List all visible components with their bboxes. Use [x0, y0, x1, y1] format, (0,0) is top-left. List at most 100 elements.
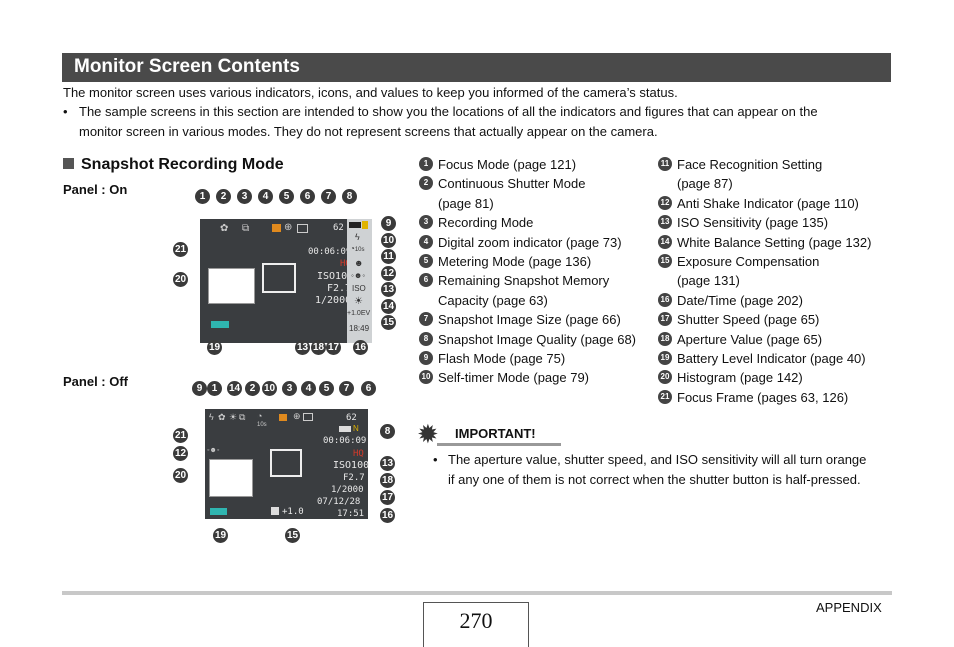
callout-number: 6: [361, 381, 376, 396]
number-badge-icon: 19: [658, 351, 672, 366]
number-badge-icon: 6: [419, 273, 433, 288]
metering-icon: [297, 224, 308, 233]
shutter-speed: 1/2000: [331, 485, 364, 495]
callout-number: 16: [380, 508, 395, 523]
focus-frame: [262, 263, 296, 293]
number-badge-icon: 21: [658, 389, 672, 404]
legend-item: 7 Snapshot Image Size (page 66): [419, 310, 654, 329]
callout-number: 5: [279, 189, 294, 204]
callout-number: 13: [380, 456, 395, 471]
number-badge-icon: 12: [658, 195, 672, 210]
legend-item: 11 Face Recognition Setting: [658, 155, 893, 174]
legend-text-cont: Capacity (page 63): [438, 292, 548, 308]
callout-number: 1: [207, 381, 222, 396]
note-bullet: • The sample screens in this section are…: [63, 102, 818, 142]
legend-text: Self-timer Mode (page 79): [438, 370, 590, 386]
histogram: [209, 459, 253, 497]
number-badge-icon: 10: [419, 370, 433, 385]
number-badge-icon: 11: [658, 157, 672, 171]
number-badge-icon: 18: [658, 331, 672, 346]
callout-number: 18: [380, 473, 395, 488]
page-number: 270: [423, 602, 529, 647]
callout-number: 9: [381, 216, 396, 231]
digital-zoom-icon: ⊕: [284, 222, 293, 233]
callout-number: 4: [301, 381, 316, 396]
legend-text: Remaining Snapshot Memory: [438, 273, 610, 289]
number-badge-icon: 4: [419, 234, 433, 249]
important-bullet: • The aperture value, shutter speed, and…: [433, 452, 867, 487]
legend-text: Digital zoom indicator (page 73): [438, 234, 622, 250]
callout-number: 3: [282, 381, 297, 396]
legend-text: Anti Shake Indicator (page 110): [677, 195, 859, 211]
callout-number: 13: [381, 282, 396, 297]
page-title: Monitor Screen Contents: [74, 56, 300, 77]
callout-number: 8: [380, 424, 395, 439]
legend-text: Date/Time (page 202): [677, 292, 803, 308]
number-badge-icon: 3: [419, 215, 433, 230]
anti-shake-icon: ◦☻◦: [351, 271, 366, 280]
legend-text-cont: (page 81): [438, 195, 494, 211]
flash-icon: ϟ: [209, 412, 214, 422]
legend-item: 21 Focus Frame (pages 63, 126): [658, 388, 893, 407]
legend-text: White Balance Setting (page 132): [677, 234, 872, 250]
callout-number: 11: [381, 249, 396, 264]
callout-number: 13: [295, 340, 310, 355]
legend-right: 11 Face Recognition Setting (page 87) 12 Ant…: [658, 155, 893, 407]
histogram: [208, 268, 255, 304]
panel-on-diagram: 12345678 ✿ ⧉ ⊕ 62 00:06:09 HQ ISO100 F2.…: [173, 189, 410, 359]
callout-number: 5: [319, 381, 334, 396]
legend-text: Continuous Shutter Mode: [438, 176, 586, 192]
callout-number: 21: [173, 242, 188, 257]
legend-item: 18 Aperture Value (page 65): [658, 330, 893, 349]
recording-mode-icon: [272, 224, 281, 232]
legend-item: 4 Digital zoom indicator (page 73): [419, 233, 654, 252]
callout-number: 4: [258, 189, 273, 204]
panel-off-diagram: 9 1 14 2 10 3 4 5 7 6 ϟ ✿ ☀ ⧉ ◔ 10s ⊕ 62 N 00:06:…: [173, 381, 410, 551]
focus-mode-icon: ✿: [220, 223, 229, 234]
image-quality-icon: N: [353, 424, 359, 433]
callout-number: 15: [381, 315, 396, 330]
legend-text: Focus Frame (pages 63, 126): [677, 389, 849, 405]
callout-number: 17: [380, 490, 395, 505]
date: 07/12/28: [317, 497, 361, 507]
legend-text: Flash Mode (page 75): [438, 351, 566, 367]
number-badge-icon: 5: [419, 254, 433, 269]
image-size-icon: [339, 426, 351, 432]
recording-mode-icon: [279, 414, 287, 421]
callout-number: 7: [339, 381, 354, 396]
legend-item: 9 Flash Mode (page 75): [419, 349, 654, 368]
panel-on-screen: ✿ ⧉ ⊕ 62 00:06:09 HQ ISO100 F2.7 1/2000: [200, 219, 370, 343]
page-title-bar: Monitor Screen Contents: [62, 53, 891, 82]
panel-on-label: Panel : On: [63, 182, 128, 197]
callout-number: 14: [227, 381, 242, 396]
legend-item: 16 Date/Time (page 202): [658, 291, 893, 310]
legend-item: 6 Remaining Snapshot Memory: [419, 271, 654, 290]
intro-text: The monitor screen uses various indicato…: [63, 85, 678, 100]
side-iso: ISO: [352, 284, 366, 293]
number-badge-icon: 16: [658, 292, 672, 307]
continuous-shutter-icon: ⧉: [242, 223, 250, 234]
panel-off-label: Panel : Off: [63, 374, 129, 389]
legend-item: 15 Exposure Compensation: [658, 252, 893, 271]
legend-item: 19 Battery Level Indicator (page 40): [658, 349, 893, 368]
callout-number: 20: [173, 468, 188, 483]
exposure-comp-icon: [271, 507, 279, 515]
legend-left: 1 Focus Mode (page 121) 2 Continuous Shutte…: [419, 155, 654, 388]
clock: 18:49: [349, 324, 370, 333]
callout-number: 10: [262, 381, 277, 396]
digital-zoom-icon: ⊕: [293, 411, 301, 421]
shutter-speed: 1/2000: [315, 295, 352, 306]
callout-number: 10: [381, 232, 396, 248]
legend-item: 10 Self-timer Mode (page 79): [419, 368, 654, 387]
number-badge-icon: 7: [419, 312, 433, 327]
callout-number: 18: [311, 340, 326, 355]
legend-item: 17 Shutter Speed (page 65): [658, 310, 893, 329]
legend-text-cont: (page 131): [677, 273, 740, 289]
legend-text: Snapshot Image Quality (page 68): [438, 331, 637, 347]
aperture-value: F2.7: [343, 473, 365, 483]
callout-number: 16: [353, 340, 368, 355]
panel-sidebar: ϟ ◔10s ☻ ◦☻◦ ISO ☀ +1.0EV 18:49: [347, 219, 372, 343]
number-badge-icon: 9: [419, 351, 433, 366]
number-badge-icon: 15: [658, 254, 672, 269]
legend-text: Aperture Value (page 65): [677, 331, 823, 347]
